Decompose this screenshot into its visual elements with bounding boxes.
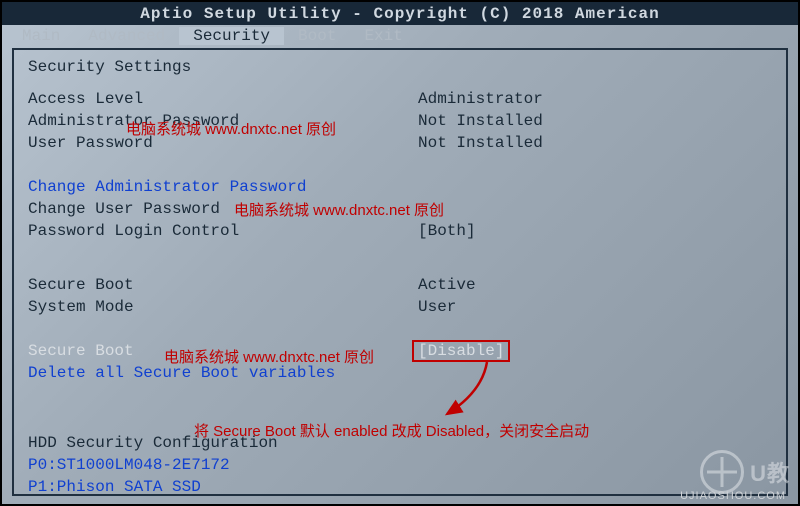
bios-title: Aptio Setup Utility - Copyright (C) 2018… xyxy=(140,5,659,23)
row-change-admin-pw[interactable]: Change Administrator Password xyxy=(28,176,772,198)
menu-security[interactable]: Security xyxy=(179,27,284,45)
menu-boot[interactable]: Boot xyxy=(284,27,350,45)
label-secure-boot: Secure Boot xyxy=(28,340,418,362)
row-pw-login-control[interactable]: Password Login Control [Both] xyxy=(28,220,772,242)
row-system-mode: System Mode User xyxy=(28,296,772,318)
menu-exit[interactable]: Exit xyxy=(350,27,416,45)
label-hdd-sec: HDD Security Configuration xyxy=(28,432,418,454)
section-title: Security Settings xyxy=(28,58,772,76)
row-hdd0[interactable]: P0:ST1000LM048-2E7172 xyxy=(28,454,772,476)
row-delete-sb-vars[interactable]: Delete all Secure Boot variables xyxy=(28,362,772,384)
label-access-level: Access Level xyxy=(28,88,418,110)
label-change-user-pw: Change User Password xyxy=(28,198,418,220)
watermark-site: UJIAOSHOU.COM xyxy=(680,490,786,502)
row-hdd-sec: HDD Security Configuration xyxy=(28,432,772,454)
row-secure-boot[interactable]: Secure Boot [Disable] xyxy=(28,340,772,362)
value-system-mode: User xyxy=(418,296,456,318)
row-access-level: Access Level Administrator xyxy=(28,88,772,110)
bios-screen: Aptio Setup Utility - Copyright (C) 2018… xyxy=(0,0,800,506)
row-secure-boot-status: Secure Boot Active xyxy=(28,274,772,296)
row-hdd1[interactable]: P1:Phison SATA SSD xyxy=(28,476,772,498)
row-user-pw: User Password Not Installed xyxy=(28,132,772,154)
label-hdd1: P1:Phison SATA SSD xyxy=(28,476,418,498)
value-pw-login: [Both] xyxy=(418,220,476,242)
row-change-user-pw[interactable]: Change User Password xyxy=(28,198,772,220)
label-user-pw: User Password xyxy=(28,132,418,154)
label-secure-boot-status: Secure Boot xyxy=(28,274,418,296)
value-secure-boot-status: Active xyxy=(418,274,476,296)
bios-title-bar: Aptio Setup Utility - Copyright (C) 2018… xyxy=(2,2,798,25)
label-system-mode: System Mode xyxy=(28,296,418,318)
menu-advanced[interactable]: Advanced xyxy=(74,27,179,45)
menu-main[interactable]: Main xyxy=(8,27,74,45)
content-panel: Security Settings Access Level Administr… xyxy=(12,48,788,496)
label-delete-sb-vars: Delete all Secure Boot variables xyxy=(28,362,335,384)
label-admin-pw: Administrator Password xyxy=(28,110,418,132)
label-hdd0: P0:ST1000LM048-2E7172 xyxy=(28,454,418,476)
value-user-pw: Not Installed xyxy=(418,132,543,154)
value-access-level: Administrator xyxy=(418,88,543,110)
value-secure-boot: [Disable] xyxy=(412,340,510,362)
label-pw-login: Password Login Control xyxy=(28,220,418,242)
row-admin-pw: Administrator Password Not Installed xyxy=(28,110,772,132)
label-change-admin-pw: Change Administrator Password xyxy=(28,176,418,198)
value-admin-pw: Not Installed xyxy=(418,110,543,132)
